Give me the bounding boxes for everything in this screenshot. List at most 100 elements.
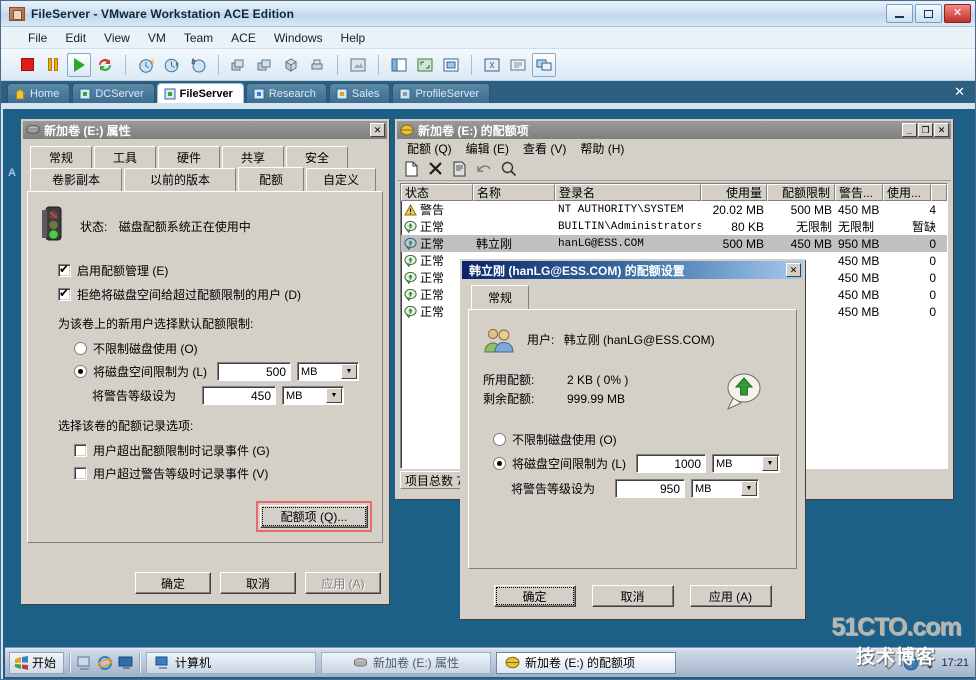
limit-radio-row[interactable]: 将磁盘空间限制为 (L) 500 MB ▼ <box>74 362 370 381</box>
column-pct[interactable]: 使用... <box>883 184 931 201</box>
tab-dcserver[interactable]: DCServer <box>72 83 155 103</box>
tab-profileserver[interactable]: ProfileServer <box>392 83 491 103</box>
enable-quota-checkbox-row[interactable]: 启用配额管理 (E) <box>58 262 370 279</box>
unlimited-radio-row[interactable]: 不限制磁盘使用 (O) <box>74 340 370 357</box>
qs-warn-unit-select[interactable]: MB ▼ <box>691 479 760 498</box>
limit-radio[interactable] <box>74 365 87 378</box>
find-icon[interactable] <box>501 161 517 177</box>
new-quota-entry-icon[interactable] <box>404 161 419 177</box>
tab-previous-versions[interactable]: 以前的版本 <box>124 168 236 192</box>
enable-quota-checkbox[interactable] <box>58 262 71 277</box>
monitor-icon[interactable] <box>118 655 134 670</box>
clone-linked-icon[interactable] <box>253 53 277 77</box>
undo-icon[interactable] <box>476 162 492 176</box>
tab-fileserver[interactable]: FileServer <box>156 83 244 103</box>
qs-limit-unit-select[interactable]: MB ▼ <box>712 454 781 473</box>
tab-sales[interactable]: Sales <box>328 83 391 103</box>
clone-icon[interactable] <box>227 53 251 77</box>
stop-icon[interactable] <box>15 53 39 77</box>
qs-unlimited-radio-row[interactable]: 不限制磁盘使用 (O) <box>493 431 782 448</box>
quota-menu-view[interactable]: 查看 (V) <box>517 139 572 158</box>
menu-windows[interactable]: Windows <box>265 29 332 47</box>
pause-icon[interactable] <box>41 53 65 77</box>
tab-general[interactable]: 常规 <box>30 146 92 169</box>
properties-ok-button[interactable]: 确定 <box>135 572 211 594</box>
quota-maximize-button[interactable]: ❐ <box>918 123 933 137</box>
tab-custom[interactable]: 自定义 <box>306 168 376 192</box>
table-row[interactable]: 正常 BUILTIN\Administrators 80 KB 无限制 无限制 … <box>401 218 947 235</box>
menu-team[interactable]: Team <box>175 29 222 47</box>
quota-settings-close-button[interactable]: ✕ <box>786 263 801 277</box>
snapshot-take-icon[interactable] <box>134 53 158 77</box>
full-screen-icon[interactable] <box>439 53 463 77</box>
menu-edit[interactable]: Edit <box>56 29 95 47</box>
security-icon[interactable] <box>881 655 897 670</box>
show-sidebar-icon[interactable] <box>387 53 411 77</box>
quota-menu-quota[interactable]: 配额 (Q) <box>401 139 458 158</box>
taskbar-item-computer[interactable]: 计算机 <box>146 651 317 674</box>
taskbar-clock[interactable]: 17:21 <box>941 657 969 669</box>
close-tab-icon[interactable]: ✕ <box>954 84 965 100</box>
table-row[interactable]: 警告 NT AUTHORITY\SYSTEM 20.02 MB 500 MB 4… <box>401 201 947 218</box>
show-desktop-icon[interactable] <box>76 655 92 671</box>
multiple-monitors-icon[interactable] <box>532 52 556 77</box>
column-login[interactable]: 登录名 <box>555 184 701 201</box>
maximize-button[interactable] <box>915 4 942 23</box>
qs-warn-value-input[interactable]: 950 <box>615 479 686 498</box>
taskbar-item-quota-entries[interactable]: 新加卷 (E:) 的配额项 <box>496 651 677 674</box>
reset-icon[interactable] <box>93 53 117 77</box>
internet-explorer-icon[interactable] <box>97 655 113 671</box>
warn-value-input[interactable]: 450 <box>202 386 277 405</box>
qs-unlimited-radio[interactable] <box>493 433 506 446</box>
menu-ace[interactable]: ACE <box>222 29 265 47</box>
qs-apply-button[interactable]: 应用 (A) <box>689 585 772 607</box>
tab-shadow-copies[interactable]: 卷影副本 <box>30 168 122 192</box>
tab-tools[interactable]: 工具 <box>94 146 156 169</box>
deny-space-checkbox-row[interactable]: 拒绝将磁盘空间给超过配额限制的用户 (D) <box>58 286 370 303</box>
log-warn-checkbox[interactable] <box>74 467 87 480</box>
table-row[interactable]: 正常 韩立刚 hanLG@ESS.COM 500 MB 450 MB 950 M… <box>401 235 947 252</box>
column-limit[interactable]: 配额限制 <box>767 184 835 201</box>
menu-view[interactable]: View <box>95 29 139 47</box>
properties-close-button[interactable]: ✕ <box>370 123 385 137</box>
tab-home[interactable]: Home <box>7 83 71 103</box>
qs-limit-radio-row[interactable]: 将磁盘空间限制为 (L) 1000 MB ▼ <box>493 454 782 473</box>
snapshot-revert-icon[interactable] <box>160 53 184 77</box>
capture-screen-icon[interactable] <box>346 53 370 77</box>
new-vm-icon[interactable] <box>279 53 303 77</box>
qs-limit-value-input[interactable]: 1000 <box>636 454 707 473</box>
qs-cancel-button[interactable]: 取消 <box>591 585 674 607</box>
tray-expand-icon[interactable] <box>925 655 935 671</box>
tab-quota[interactable]: 配额 <box>238 167 304 191</box>
delete-icon[interactable] <box>428 161 443 176</box>
settings-icon[interactable] <box>480 53 504 77</box>
qs-limit-radio[interactable] <box>493 457 506 470</box>
qs-ok-button[interactable]: 确定 <box>493 585 576 607</box>
fit-guest-icon[interactable] <box>413 53 437 77</box>
deny-space-checkbox[interactable] <box>58 286 71 301</box>
warn-unit-select[interactable]: MB ▼ <box>282 386 345 405</box>
limit-value-input[interactable]: 500 <box>217 362 292 381</box>
start-button[interactable]: 开始 <box>9 651 65 674</box>
log-exceed-checkbox[interactable] <box>74 444 87 457</box>
tab-general[interactable]: 常规 <box>471 285 529 309</box>
remove-icon[interactable] <box>305 53 329 77</box>
quota-menu-help[interactable]: 帮助 (H) <box>574 139 630 158</box>
properties-icon[interactable] <box>452 161 467 177</box>
quota-entries-button[interactable]: 配额项 (Q)... <box>260 505 368 528</box>
log-warn-checkbox-row[interactable]: 用户超过警告等级时记录事件 (V) <box>74 465 370 482</box>
summary-icon[interactable] <box>506 53 530 77</box>
taskbar-item-volume-properties[interactable]: 新加卷 (E:) 属性 <box>321 651 492 674</box>
properties-cancel-button[interactable]: 取消 <box>220 572 296 594</box>
snapshot-manager-icon[interactable] <box>186 53 210 77</box>
limit-unit-select[interactable]: MB ▼ <box>297 362 360 381</box>
menu-file[interactable]: File <box>19 29 56 47</box>
close-button[interactable]: ✕ <box>944 4 971 23</box>
play-icon[interactable] <box>67 52 91 77</box>
help-icon[interactable]: ? <box>903 655 919 671</box>
quota-close-button[interactable]: ✕ <box>934 123 949 137</box>
tab-research[interactable]: Research <box>245 83 327 103</box>
minimize-button[interactable] <box>886 4 913 23</box>
column-used[interactable]: 使用量 <box>701 184 767 201</box>
menu-help[interactable]: Help <box>332 29 375 47</box>
